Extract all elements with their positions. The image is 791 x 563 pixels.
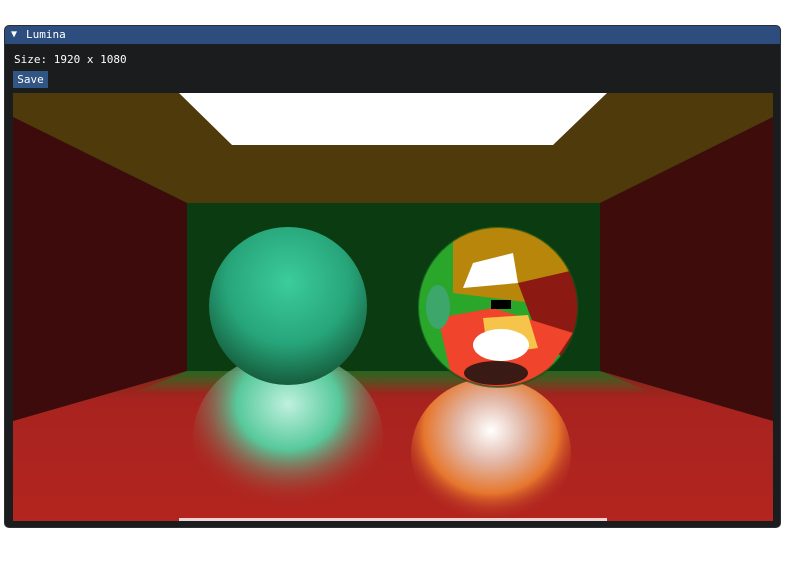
diffuse-sphere <box>209 227 367 385</box>
window-title: Lumina <box>26 28 66 41</box>
render-size-label: Size: 1920 x 1080 <box>14 53 127 66</box>
triangle-down-icon[interactable]: ▼ <box>11 26 17 44</box>
render-viewport <box>13 93 773 521</box>
light-reflection-edge <box>179 518 607 521</box>
floor <box>13 371 773 521</box>
save-button[interactable]: Save <box>13 71 48 88</box>
mirror-sphere-reflection <box>411 378 571 521</box>
rendered-image <box>13 93 773 521</box>
window-titlebar[interactable]: ▼ Lumina <box>5 26 780 44</box>
lumina-window: ▼ Lumina Size: 1920 x 1080 Save <box>5 26 780 527</box>
ceiling-light <box>179 93 607 145</box>
